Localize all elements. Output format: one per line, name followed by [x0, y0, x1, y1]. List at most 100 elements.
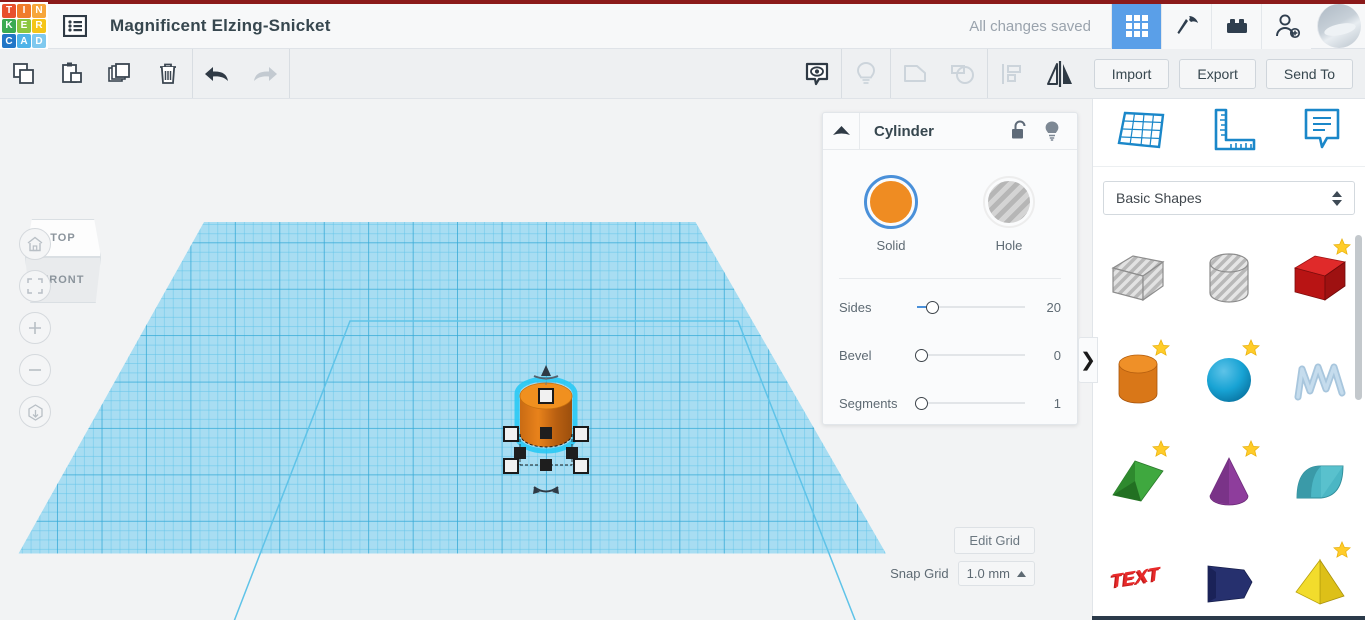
shape-inspector-panel: Cylinder Solid Hole Sides 20 Bevel 0 Seg…	[822, 112, 1078, 425]
light-button[interactable]	[842, 49, 890, 98]
inspector-header-icons	[1011, 120, 1077, 142]
snap-grid-value: 1.0 mm	[966, 566, 1010, 581]
user-avatar[interactable]	[1317, 4, 1361, 48]
hole-swatch[interactable]	[983, 176, 1035, 228]
favorite-star-icon	[1151, 440, 1170, 457]
slider-row-bevel: Bevel 0	[823, 335, 1077, 375]
blocks-button[interactable]	[1211, 3, 1261, 49]
note-tool-icon[interactable]	[1301, 107, 1343, 158]
undo-button[interactable]	[193, 49, 241, 98]
cylinder-hole-shape[interactable]	[1184, 228, 1275, 329]
snap-grid-label: Snap Grid	[890, 566, 949, 581]
import-button[interactable]: Import	[1093, 58, 1170, 89]
scribble-shape[interactable]	[1274, 329, 1365, 430]
svg-text:TEXT: TEXT	[1111, 563, 1162, 592]
logo-tile-e: E	[17, 18, 31, 34]
invite-button[interactable]	[1261, 3, 1311, 49]
zoom-out-button[interactable]	[19, 354, 51, 386]
document-title[interactable]: Magnificent Elzing-Snicket	[110, 16, 331, 36]
duplicate-button[interactable]	[96, 49, 144, 98]
shapes-panel: Basic Shapes TEXT TEXT	[1092, 99, 1365, 620]
mirror-button[interactable]	[1036, 49, 1084, 98]
edit-grid-button[interactable]: Edit Grid	[954, 527, 1035, 554]
copy-button[interactable]	[0, 49, 48, 98]
shapes-scrollbar[interactable]	[1355, 235, 1362, 400]
group-button[interactable]	[891, 49, 939, 98]
slider-label-bevel: Bevel	[839, 347, 872, 363]
inspector-header: Cylinder	[823, 113, 1077, 150]
cone-shape[interactable]	[1184, 430, 1275, 531]
caret-up-icon	[1017, 570, 1026, 577]
box-hole-shape[interactable]	[1093, 228, 1184, 329]
align-button[interactable]	[988, 49, 1036, 98]
redo-button[interactable]	[241, 49, 289, 98]
slider-track-bevel[interactable]	[915, 348, 1025, 362]
list-menu-icon[interactable]	[62, 14, 88, 38]
logo-tile-r: R	[32, 18, 46, 34]
bottom-accent-strip	[1092, 616, 1365, 620]
slider-label-segments: Segments	[839, 395, 898, 411]
solid-swatch-item[interactable]: Solid	[863, 175, 919, 253]
inspector-divider	[839, 278, 1061, 279]
app-header: TIN KER CAD Magnificent Elzing-Snicket All…	[0, 1, 1365, 51]
slider-label-sides: Sides	[839, 299, 872, 315]
logo-tile-i: I	[17, 3, 31, 18]
slider-knob-bevel[interactable]	[915, 349, 928, 362]
export-button[interactable]: Export	[1179, 58, 1256, 89]
fit-brackets-icon	[27, 278, 43, 294]
roof-wedge-shape[interactable]	[1093, 430, 1184, 531]
slider-track-sides[interactable]	[917, 300, 1025, 314]
codeblocks-button[interactable]	[1161, 3, 1211, 49]
favorite-star-icon	[1151, 339, 1170, 356]
tinkercad-logo[interactable]: TIN KER CAD	[0, 1, 48, 51]
shape-category-select[interactable]: Basic Shapes	[1103, 181, 1355, 215]
selected-cylinder-object[interactable]	[503, 365, 589, 499]
perspective-toggle-button[interactable]	[19, 396, 51, 428]
plus-icon	[29, 322, 41, 334]
padlock-unlocked-icon[interactable]	[1011, 120, 1029, 140]
text-shape[interactable]: TEXT TEXT	[1093, 531, 1184, 620]
box-shape[interactable]	[1274, 228, 1365, 329]
logo-tile-c: C	[2, 34, 16, 49]
triangle-up-icon	[832, 126, 850, 135]
grid-view-button[interactable]	[1111, 3, 1161, 49]
cylinder-shape[interactable]	[1093, 329, 1184, 430]
round-roof-shape[interactable]	[1274, 430, 1365, 531]
paste-button[interactable]	[48, 49, 96, 98]
favorite-star-icon	[1242, 440, 1261, 457]
pyramid-shape[interactable]	[1274, 531, 1365, 620]
logo-tile-t: T	[2, 3, 16, 18]
inspector-collapse-button[interactable]	[823, 113, 860, 149]
polygon-shape[interactable]	[1184, 531, 1275, 620]
snap-grid-select[interactable]: 1.0 mm	[957, 561, 1035, 586]
solid-label: Solid	[876, 238, 906, 253]
slider-value-segments: 1	[1053, 395, 1061, 411]
ungroup-button[interactable]	[939, 49, 987, 98]
solid-color-swatch[interactable]	[864, 175, 918, 229]
favorite-star-icon	[1333, 238, 1351, 255]
fit-view-button[interactable]	[19, 270, 51, 302]
send-to-button[interactable]: Send To	[1265, 58, 1353, 89]
parameter-sliders: Sides 20 Bevel 0 Segments 1	[823, 287, 1077, 423]
shape-panel-tools	[1093, 99, 1365, 167]
inspector-title: Cylinder	[874, 122, 935, 140]
zoom-in-button[interactable]	[19, 312, 51, 344]
panel-collapse-tab[interactable]: ❯	[1078, 337, 1098, 383]
hole-swatch-item[interactable]: Hole	[981, 176, 1037, 253]
slider-track-segments[interactable]	[915, 396, 1025, 410]
slider-value-bevel: 0	[1053, 347, 1061, 363]
solid-hole-swatches: Solid Hole	[823, 150, 1077, 253]
home-view-button[interactable]	[19, 228, 51, 260]
slider-knob-segments[interactable]	[915, 397, 928, 410]
snap-grid-row: Snap Grid 1.0 mm	[890, 561, 1035, 586]
delete-button[interactable]	[144, 49, 192, 98]
save-status-text: All changes saved	[969, 17, 1091, 35]
slider-knob-sides[interactable]	[925, 301, 939, 314]
ruler-tool-icon[interactable]	[1210, 108, 1258, 157]
show-hide-button[interactable]	[793, 49, 841, 98]
main-toolbar: Import Export Send To	[0, 49, 1365, 99]
workplane-tool-icon[interactable]	[1115, 109, 1167, 156]
sphere-shape[interactable]	[1184, 329, 1275, 430]
logo-tile-k: K	[2, 18, 16, 34]
lightbulb-icon[interactable]	[1043, 120, 1061, 142]
